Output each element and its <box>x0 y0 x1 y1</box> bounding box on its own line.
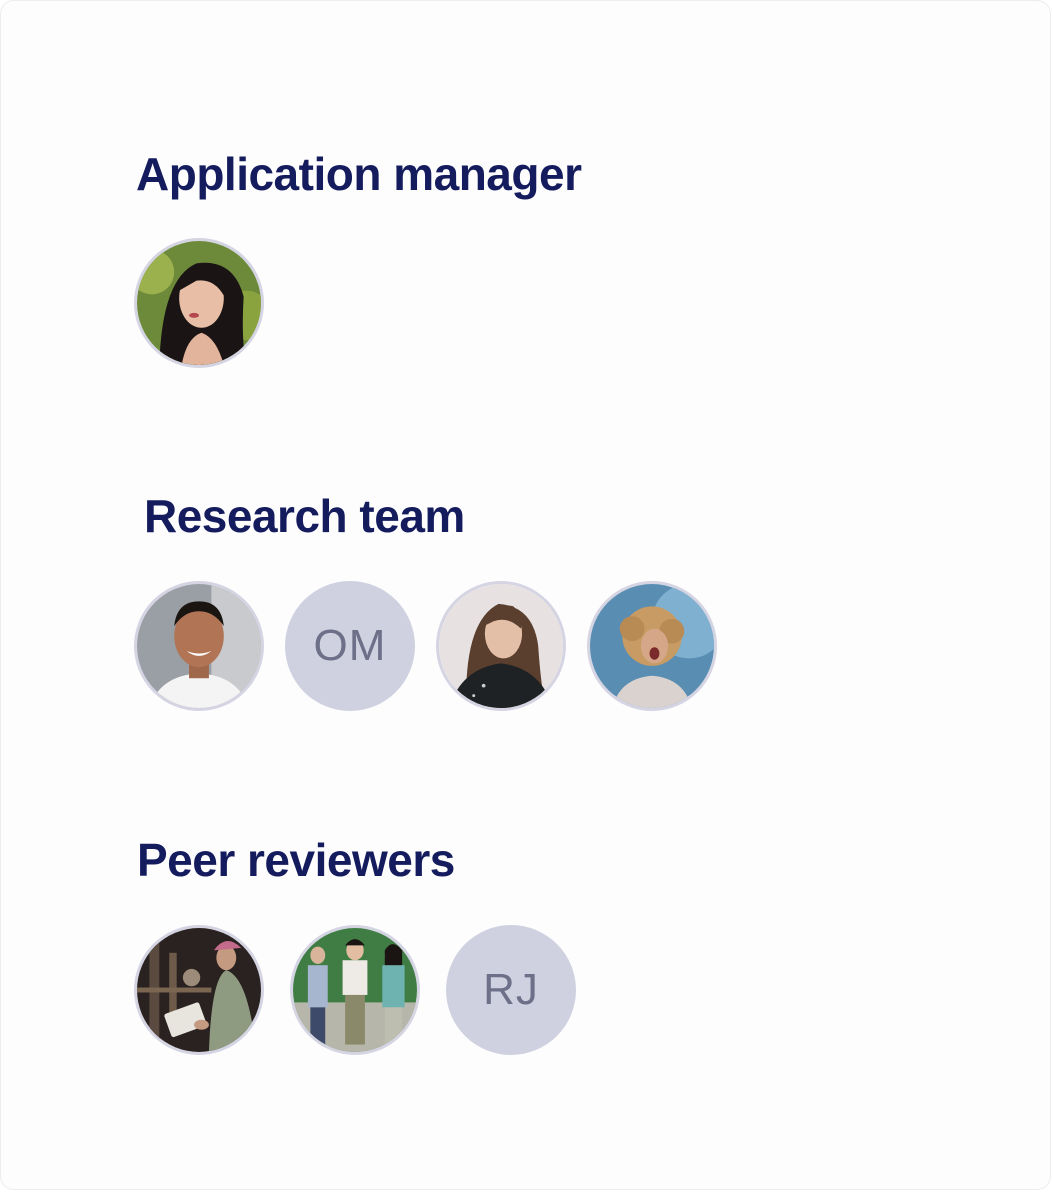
avatar-initials-om[interactable]: OM <box>285 581 415 711</box>
peer-reviewers-avatars: RJ <box>134 925 576 1055</box>
avatar[interactable] <box>587 581 717 711</box>
woman-long-hair-portrait-avatar <box>439 584 563 708</box>
avatar[interactable] <box>436 581 566 711</box>
group-of-women-avatar <box>293 928 417 1052</box>
avatar[interactable] <box>134 925 264 1055</box>
initials-label: RJ <box>483 965 539 1014</box>
section-title-application-manager: Application manager <box>136 148 582 200</box>
team-card: Application manager Research team OM Pee… <box>0 0 1051 1190</box>
application-manager-avatars <box>134 238 264 368</box>
section-title-peer-reviewers: Peer reviewers <box>137 834 455 886</box>
avatar[interactable] <box>290 925 420 1055</box>
initials-label: OM <box>313 621 387 670</box>
worker-with-clipboard-avatar <box>137 928 261 1052</box>
avatar[interactable] <box>134 581 264 711</box>
curly-hair-woman-portrait-avatar <box>590 584 714 708</box>
research-team-avatars: OM <box>134 581 717 711</box>
section-title-research-team: Research team <box>144 490 465 542</box>
avatar-initials-rj[interactable]: RJ <box>446 925 576 1055</box>
woman-dark-hair-portrait-avatar <box>137 241 261 365</box>
smiling-man-portrait-avatar <box>137 584 261 708</box>
avatar[interactable] <box>134 238 264 368</box>
